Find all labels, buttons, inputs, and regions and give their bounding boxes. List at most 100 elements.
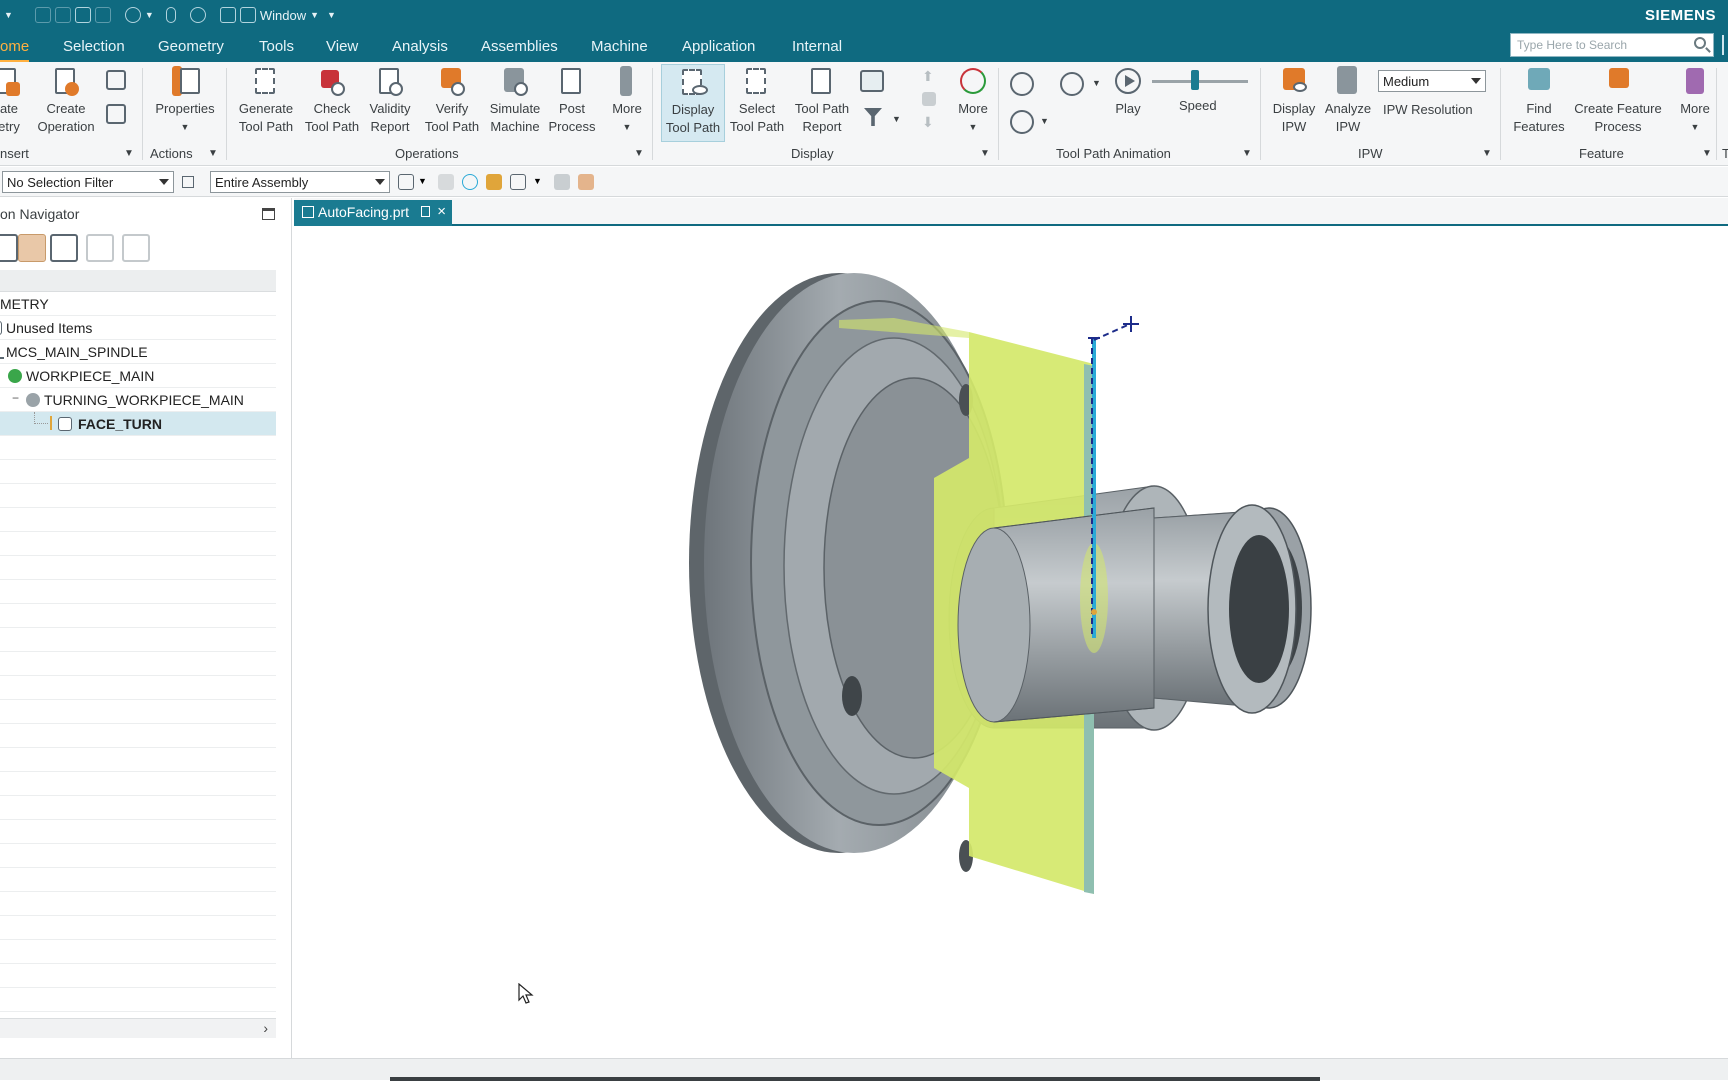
chevron-down-icon[interactable]: ▼ (1702, 148, 1712, 159)
chevron-down-icon[interactable]: ▼ (4, 10, 13, 20)
chevron-down-icon[interactable]: ▼ (145, 10, 154, 20)
chevron-down-icon[interactable]: ▼ (1242, 148, 1252, 159)
create-method-icon[interactable] (106, 104, 126, 124)
copy-icon[interactable] (54, 7, 71, 23)
display-more-button[interactable]: More ▼ (950, 64, 996, 136)
ipw-resolution-select[interactable]: Medium (1378, 70, 1486, 92)
tree-row-face-turn[interactable]: FACE_TURN (0, 412, 276, 436)
chevron-down-icon[interactable]: ▼ (1092, 78, 1101, 88)
tab-analysis[interactable]: Analysis (392, 38, 448, 55)
paste-icon[interactable] (74, 7, 91, 23)
chevron-down-icon[interactable]: ▼ (634, 148, 644, 159)
tab-home[interactable]: ome (0, 38, 30, 62)
create-feature-process-button[interactable]: Create Feature Process (1570, 64, 1666, 136)
customize-toolbar-icon[interactable]: ▼ (327, 10, 336, 20)
tab-selection[interactable]: Selection (63, 38, 125, 55)
reorder-icon[interactable] (922, 92, 936, 106)
repeat-command-icon[interactable] (189, 7, 206, 23)
generate-tool-path-button[interactable]: Generate Tool Path (234, 64, 298, 136)
command-search-input[interactable]: Type Here to Search (1510, 33, 1714, 57)
navigator-horizontal-scrollbar[interactable]: › (0, 1018, 276, 1038)
check-tool-path-button[interactable]: Check Tool Path (300, 64, 364, 136)
tab-pin-icon[interactable] (421, 206, 430, 217)
display-tool-path-button[interactable]: Display Tool Path (661, 64, 725, 142)
chevron-down-icon[interactable]: ▼ (310, 10, 319, 20)
document-tab[interactable]: AutoFacing.prt × (294, 200, 452, 226)
program-order-view-icon[interactable] (0, 234, 18, 262)
face-select-icon[interactable] (486, 174, 502, 190)
play-button[interactable]: Play (1108, 64, 1148, 118)
create-operation-button[interactable]: Create Operation (34, 64, 98, 136)
chevron-down-icon[interactable]: ▼ (124, 148, 134, 159)
move-down-icon[interactable]: ⬇ (922, 114, 942, 134)
post-process-button[interactable]: Post Process (544, 64, 600, 136)
type-filter-icon[interactable] (398, 174, 414, 190)
tab-tools[interactable]: Tools (259, 38, 294, 55)
chevron-down-icon[interactable]: ▼ (208, 148, 218, 159)
tab-application[interactable]: Application (682, 38, 755, 55)
validity-report-button[interactable]: Validity Report (362, 64, 418, 136)
tree-row-unused-items[interactable]: Unused Items (0, 316, 276, 340)
microphone-icon[interactable] (165, 7, 176, 23)
chevron-down-icon[interactable]: ▼ (418, 176, 427, 186)
remove-view-icon[interactable] (122, 234, 150, 262)
chevron-down-icon[interactable]: ▼ (980, 148, 990, 159)
display-options-icon[interactable] (860, 70, 884, 92)
search-icon[interactable] (1694, 37, 1706, 49)
create-tool-icon[interactable] (106, 70, 126, 90)
filter-icon[interactable] (864, 108, 882, 126)
speed-slider-thumb[interactable] (1191, 70, 1200, 90)
feature-more-button[interactable]: More ▼ (1670, 64, 1720, 136)
add-view-icon[interactable] (86, 234, 114, 262)
graphics-viewport[interactable] (294, 228, 1728, 1058)
verify-tool-path-button[interactable]: Verify Tool Path (420, 64, 484, 136)
tab-assemblies[interactable]: Assemblies (481, 38, 558, 55)
part-model-view[interactable] (294, 228, 1728, 1058)
filter-settings-icon[interactable] (182, 176, 194, 188)
circle-select-icon[interactable] (462, 174, 478, 190)
snap-point-icon[interactable] (438, 174, 454, 190)
tree-row-turning-workpiece[interactable]: − TURNING_WORKPIECE_MAIN (0, 388, 276, 412)
save-icon[interactable] (34, 7, 51, 23)
simulate-machine-button[interactable]: Simulate Machine (484, 64, 546, 136)
analyze-ipw-button[interactable]: Analyze IPW (1320, 64, 1376, 136)
move-up-icon[interactable]: ⬆ (922, 68, 942, 88)
tree-row-geometry[interactable]: METRY (0, 292, 276, 316)
chevron-down-icon[interactable]: ▼ (1482, 148, 1492, 159)
chevron-down-icon[interactable]: ▼ (1040, 116, 1049, 126)
play-macro-icon[interactable] (124, 7, 141, 23)
step-forward-icon[interactable] (1060, 72, 1084, 96)
display-ipw-button[interactable]: Display IPW (1266, 64, 1322, 136)
window-layout-icon[interactable] (219, 7, 236, 23)
tool-path-report-button[interactable]: Tool Path Report (790, 64, 854, 136)
tree-row-workpiece[interactable]: WORKPIECE_MAIN (0, 364, 276, 388)
close-icon[interactable]: × (437, 203, 446, 220)
rewind-icon[interactable] (1010, 110, 1034, 134)
chevron-down-icon[interactable]: ▼ (533, 176, 542, 186)
collapse-icon[interactable]: − (12, 391, 19, 405)
component-select-icon[interactable] (578, 174, 594, 190)
window-icon[interactable] (239, 7, 256, 23)
tab-machine[interactable]: Machine (591, 38, 648, 55)
select-tool-path-button[interactable]: Select Tool Path (726, 64, 788, 136)
scroll-right-icon[interactable]: › (263, 1020, 268, 1036)
find-features-button[interactable]: Find Features (1508, 64, 1570, 136)
chevron-down-icon[interactable]: ▼ (892, 114, 901, 124)
undo-icon[interactable] (94, 7, 111, 23)
machine-tool-view-icon[interactable] (18, 234, 46, 262)
geometry-view-icon[interactable] (50, 234, 78, 262)
tab-view[interactable]: View (326, 38, 358, 55)
selection-filter-select[interactable]: No Selection Filter (2, 171, 174, 193)
step-back-icon[interactable] (1010, 72, 1034, 96)
ribbon-options-icon[interactable] (1722, 35, 1728, 55)
properties-button[interactable]: Properties ▼ (150, 64, 220, 136)
speed-slider-track[interactable] (1152, 80, 1248, 83)
maximize-icon[interactable] (262, 208, 275, 220)
selection-scope-select[interactable]: Entire Assembly (210, 171, 390, 193)
operations-more-button[interactable]: More ▼ (604, 64, 650, 136)
tab-internal[interactable]: Internal (792, 38, 842, 55)
tree-row-mcs[interactable]: MCS_MAIN_SPINDLE (0, 340, 276, 364)
show-hidden-icon[interactable] (554, 174, 570, 190)
body-select-icon[interactable] (510, 174, 526, 190)
window-menu[interactable]: Window (260, 8, 306, 23)
